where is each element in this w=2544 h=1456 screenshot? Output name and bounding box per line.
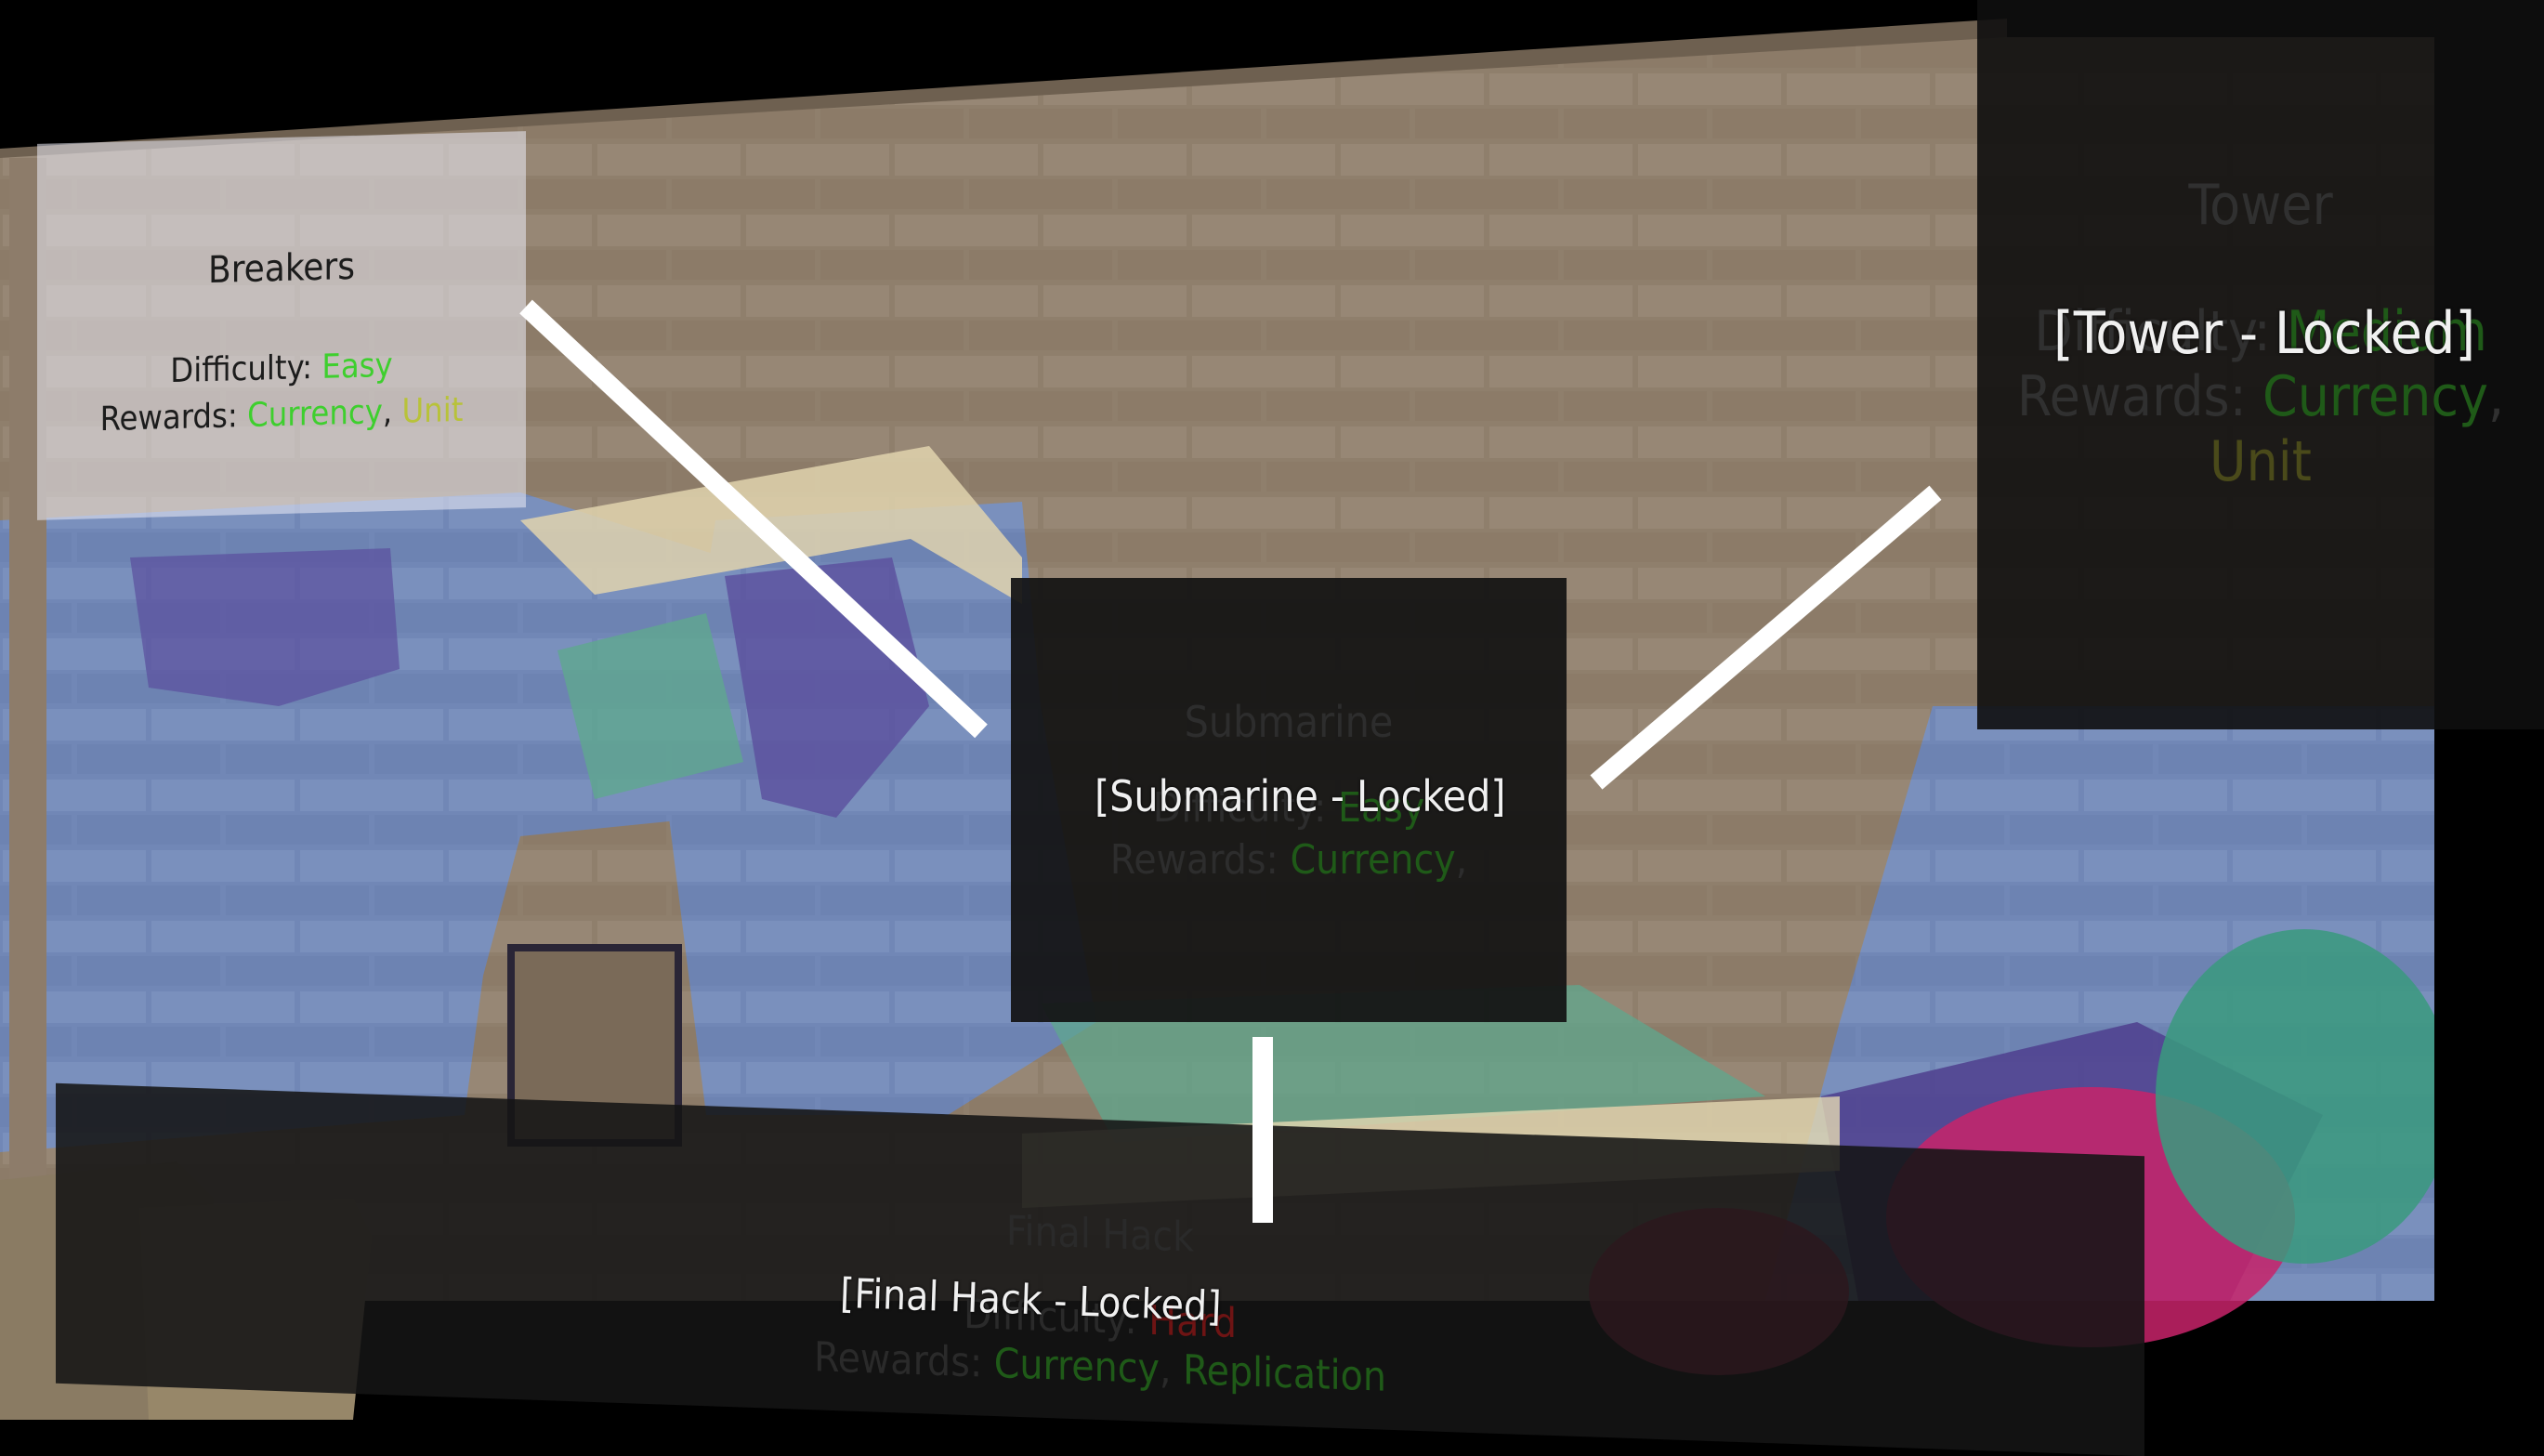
- difficulty-value: Easy: [321, 346, 393, 387]
- rewards-label: Rewards:: [814, 1333, 983, 1387]
- rewards-row: Rewards: Currency,: [1011, 834, 1567, 886]
- rewards-label: Rewards:: [99, 397, 238, 439]
- connector-submarine-final-hack: [1252, 1037, 1273, 1223]
- rewards-row: Rewards: Currency,: [1977, 364, 2544, 429]
- tower-locked-label: [Tower - Locked]: [2053, 299, 2476, 367]
- reward-currency: Currency: [247, 393, 383, 435]
- rewards-row-2: Unit: [1977, 429, 2544, 494]
- reward-currency: Currency: [993, 1340, 1160, 1394]
- difficulty-label: Difficulty:: [170, 348, 313, 391]
- reward-separator: ,: [2487, 364, 2505, 429]
- reward-replication: Replication: [1183, 1346, 1386, 1401]
- level-title: Tower: [2188, 173, 2333, 238]
- level-card-breakers[interactable]: Breakers Difficulty: Easy Rewards: Curre…: [37, 131, 526, 520]
- reward-separator: ,: [1159, 1345, 1172, 1394]
- reward-unit: Unit: [401, 390, 464, 431]
- reward-separator: ,: [1455, 836, 1468, 884]
- level-title: Breakers: [208, 244, 355, 293]
- rewards-label: Rewards:: [2016, 364, 2247, 429]
- reward-unit: Unit: [2210, 429, 2312, 494]
- submarine-locked-label: [Submarine - Locked]: [1095, 771, 1506, 821]
- reward-separator: ,: [382, 392, 393, 432]
- level-title: Submarine: [1184, 697, 1394, 747]
- rewards-label: Rewards:: [1109, 836, 1279, 884]
- reward-currency: Currency: [2262, 364, 2488, 429]
- reward-currency: Currency: [1290, 836, 1456, 884]
